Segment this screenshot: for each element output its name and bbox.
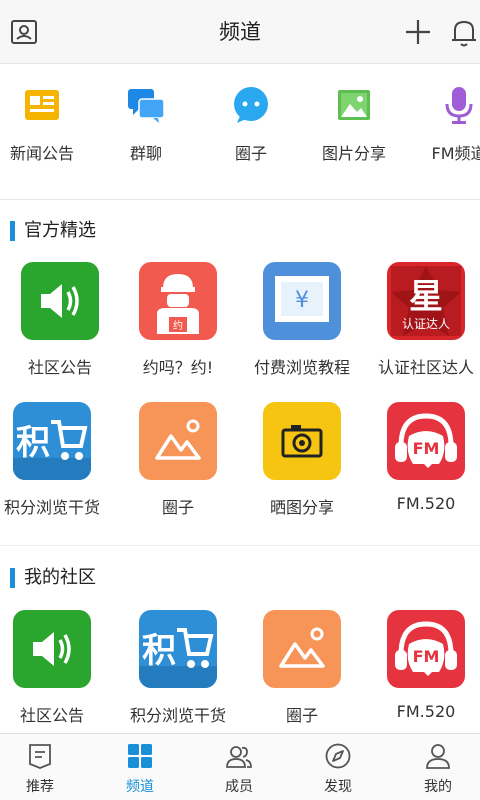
quick-link-label: 群聊 <box>129 144 162 163</box>
nav-tab-channel[interactable]: 频道 <box>92 734 188 800</box>
section-header-mine: 我的社区 <box>0 554 480 602</box>
nav-tab-discover[interactable]: 发现 <box>290 734 386 800</box>
channel-tile-fm520[interactable]: FM FM.520 <box>366 402 480 532</box>
channel-label: 积分浏览干货 <box>129 706 226 725</box>
nav-label: 推荐 <box>26 779 54 795</box>
image-icon <box>333 84 375 126</box>
section-header-official: 官方精选 <box>0 207 480 255</box>
channel-tile-points-goods[interactable]: 积 积分浏览干货 <box>118 610 238 740</box>
nav-label: 发现 <box>324 779 352 795</box>
section-accent-bar <box>10 568 15 588</box>
bottom-nav: 推荐 频道 成员 发现 我的 <box>0 733 480 800</box>
channel-label: 社区公告 <box>19 706 84 725</box>
star-badge-sub: 认证达人 <box>402 317 450 331</box>
nav-tab-recommend[interactable]: 推荐 <box>0 734 88 800</box>
speaker-icon <box>21 262 99 340</box>
news-icon <box>21 84 63 126</box>
quick-links: 新闻公告 群聊 圈子 图片分享 FM频道 <box>0 64 480 200</box>
fm-badge-text: FM <box>413 439 440 458</box>
points-badge-text: 积 <box>142 631 176 671</box>
courier-icon: 约 <box>139 262 217 340</box>
channel-label: 认证社区达人 <box>377 358 474 377</box>
yen-symbol: ¥ <box>295 288 309 313</box>
quick-link-image-share[interactable]: 图片分享 <box>299 84 409 184</box>
channel-label: FM.520 <box>396 494 456 513</box>
points-cart-icon: 积 <box>139 610 217 688</box>
section-title: 官方精选 <box>24 220 96 241</box>
star-badge-icon: 星认证达人 <box>387 262 465 340</box>
nav-tab-members[interactable]: 成员 <box>191 734 287 800</box>
channel-label: 社区公告 <box>27 358 92 377</box>
points-cart-icon: 积 <box>13 402 91 480</box>
channel-label: 圈子 <box>161 498 194 517</box>
camera-icon <box>263 402 341 480</box>
fm-headphones-icon: FM <box>387 610 465 688</box>
channel-tile-photo-share[interactable]: 晒图分享 <box>242 402 362 532</box>
nav-label: 频道 <box>126 779 154 795</box>
channel-tile-paid-tutorial[interactable]: ¥ 付费浏览教程 <box>242 262 362 392</box>
channel-tile-verified-expert[interactable]: 星认证达人 认证社区达人 <box>366 262 480 392</box>
plus-icon[interactable] <box>400 14 436 50</box>
group-chat-icon <box>125 84 167 126</box>
section-divider <box>0 545 480 546</box>
courier-badge-text: 约 <box>173 319 183 332</box>
fm-badge-text: FM <box>413 647 440 666</box>
mountain-image-icon <box>139 402 217 480</box>
channel-tile-fm520[interactable]: FM FM.520 <box>366 610 480 740</box>
quick-link-label: 新闻公告 <box>9 144 74 163</box>
nav-label: 成员 <box>225 779 253 795</box>
channel-label: 晒图分享 <box>269 498 334 517</box>
chat-bubble-icon <box>230 84 272 126</box>
nav-label: 我的 <box>424 779 452 795</box>
grid-icon <box>126 742 154 770</box>
quick-link-label: FM频道 <box>431 144 480 163</box>
user-icon <box>424 742 452 770</box>
section-title: 我的社区 <box>24 567 96 588</box>
channel-label: FM.520 <box>396 702 456 721</box>
channel-tile-date[interactable]: 约 约吗？约! <box>118 262 238 392</box>
quick-link-news[interactable]: 新闻公告 <box>0 84 97 184</box>
quick-link-circle[interactable]: 圈子 <box>196 84 306 184</box>
channel-label: 积分浏览干货 <box>3 498 100 517</box>
points-badge-text: 积 <box>16 423 50 463</box>
channel-tile-circle[interactable]: 圈子 <box>118 402 238 532</box>
channel-tile-community-notice[interactable]: 社区公告 <box>0 262 120 392</box>
quick-link-label: 图片分享 <box>321 144 386 163</box>
quick-link-group-chat[interactable]: 群聊 <box>91 84 201 184</box>
nav-tab-mine[interactable]: 我的 <box>390 734 480 800</box>
members-icon <box>225 742 253 770</box>
bell-icon[interactable] <box>446 14 480 50</box>
mountain-image-icon <box>263 610 341 688</box>
channel-label: 付费浏览教程 <box>253 358 350 377</box>
compass-icon <box>324 742 352 770</box>
section-accent-bar <box>10 221 15 241</box>
fm-headphones-icon: FM <box>387 402 465 480</box>
channel-label: 约吗？约! <box>142 358 214 377</box>
channel-tile-circle[interactable]: 圈子 <box>242 610 362 740</box>
quick-link-label: 圈子 <box>234 144 267 163</box>
microphone-icon <box>438 84 480 126</box>
channel-tile-points-goods[interactable]: 积 积分浏览干货 <box>0 402 112 532</box>
document-icon <box>26 742 54 770</box>
star-badge-main: 星 <box>409 277 443 317</box>
quick-link-fm[interactable]: FM频道 <box>404 84 480 184</box>
yen-screen-icon: ¥ <box>263 262 341 340</box>
top-bar: 频道 <box>0 0 480 64</box>
channel-label: 圈子 <box>285 706 318 725</box>
speaker-icon <box>13 610 91 688</box>
channel-tile-community-notice[interactable]: 社区公告 <box>0 610 112 740</box>
